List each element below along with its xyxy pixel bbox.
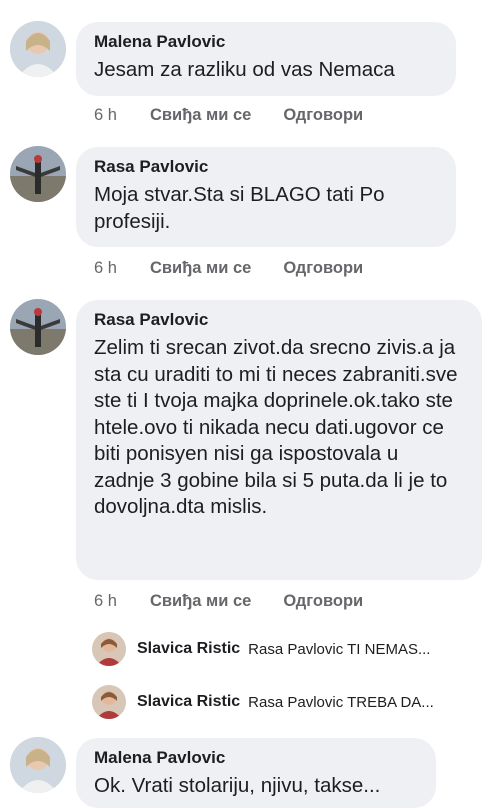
comment-bubble: Rasa Pavlovic Zelim ti srecan zivot.da s… [76, 300, 482, 580]
avatar-malena[interactable] [10, 737, 66, 793]
comment-text: Jesam za razliku od vas Nemaca [94, 58, 395, 81]
comment-time[interactable]: 6 h [94, 259, 150, 278]
avatar-rasa[interactable] [10, 299, 66, 355]
comment-bubble: Malena Pavlovic Ok. Vrati stolariju, nji… [76, 738, 436, 808]
reply-button[interactable]: Одговори [283, 106, 363, 125]
reply-author[interactable]: Slavica Ristic [137, 693, 240, 711]
profile-photo-icon [10, 299, 66, 355]
comment-text: Zelim ti srecan zivot.da srecno zivis.a … [94, 336, 458, 518]
comment-author[interactable]: Malena Pavlovic [94, 32, 438, 52]
reply-text: Rasa Pavlovic TREBA DA... [248, 693, 434, 711]
comment-time[interactable]: 6 h [94, 106, 150, 125]
profile-photo-icon [92, 632, 126, 666]
profile-photo-icon [10, 737, 66, 793]
reply-preview[interactable]: Slavica Ristic Rasa Pavlovic TREBA DA... [92, 685, 482, 719]
comment-text: Moja stvar.Sta si BLAGO tati Po profesij… [94, 183, 385, 233]
reply-author[interactable]: Slavica Ristic [137, 640, 240, 658]
comment-author[interactable]: Rasa Pavlovic [94, 310, 464, 330]
comment-author[interactable]: Rasa Pavlovic [94, 157, 438, 177]
like-button[interactable]: Свиђа ми се [150, 259, 251, 278]
reply-button[interactable]: Одговори [283, 592, 363, 611]
reply-preview[interactable]: Slavica Ristic Rasa Pavlovic TI NEMAS... [92, 632, 482, 666]
reply-text: Rasa Pavlovic TI NEMAS... [248, 640, 431, 658]
profile-photo-icon [10, 21, 66, 77]
comment-author[interactable]: Malena Pavlovic [94, 748, 418, 768]
comment-time[interactable]: 6 h [94, 592, 150, 611]
avatar-rasa[interactable] [10, 146, 66, 202]
avatar-slavica[interactable] [92, 632, 126, 666]
reply-button[interactable]: Одговори [283, 259, 363, 278]
comment-bubble: Rasa Pavlovic Moja stvar.Sta si BLAGO ta… [76, 147, 456, 247]
avatar-slavica[interactable] [92, 685, 126, 719]
comment-actions: 6 h Свиђа ми се Одговори [94, 259, 363, 278]
like-button[interactable]: Свиђа ми се [150, 592, 251, 611]
comment-actions: 6 h Свиђа ми се Одговори [94, 592, 363, 611]
comment-text: Ok. Vrati stolariju, njivu, takse... [94, 774, 381, 797]
comment-bubble: Malena Pavlovic Jesam za razliku od vas … [76, 22, 456, 96]
comment-actions: 6 h Свиђа ми се Одговори [94, 106, 363, 125]
profile-photo-icon [92, 685, 126, 719]
like-button[interactable]: Свиђа ми се [150, 106, 251, 125]
avatar-malena[interactable] [10, 21, 66, 77]
profile-photo-icon [10, 146, 66, 202]
